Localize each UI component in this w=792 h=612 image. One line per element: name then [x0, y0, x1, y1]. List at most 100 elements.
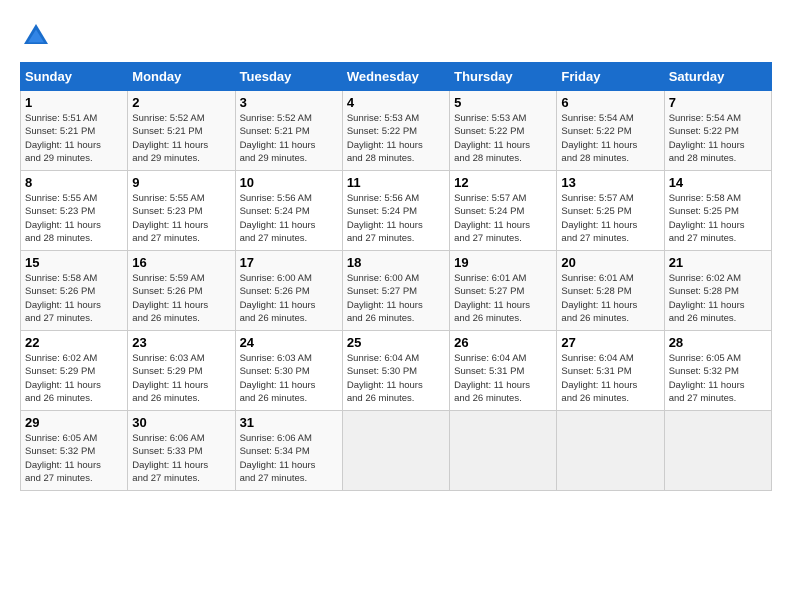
day-info: Sunrise: 6:02 AM Sunset: 5:29 PM Dayligh… [25, 352, 123, 405]
day-number: 20 [561, 255, 659, 270]
day-number: 5 [454, 95, 552, 110]
day-number: 29 [25, 415, 123, 430]
day-number: 28 [669, 335, 767, 350]
day-number: 21 [669, 255, 767, 270]
calendar-cell: 15 Sunrise: 5:58 AM Sunset: 5:26 PM Dayli… [21, 251, 128, 331]
calendar-cell [342, 411, 449, 491]
calendar-cell: 6Sunrise: 5:54 AM Sunset: 5:22 PM Daylig… [557, 91, 664, 171]
day-header-wednesday: Wednesday [342, 63, 449, 91]
day-info: Sunrise: 6:04 AM Sunset: 5:30 PM Dayligh… [347, 352, 445, 405]
calendar-week-1: 1 Sunrise: 5:51 AM Sunset: 5:21 PM Daylig… [21, 91, 772, 171]
day-info: Sunrise: 6:06 AM Sunset: 5:33 PM Dayligh… [132, 432, 230, 485]
calendar-cell: 31 Sunrise: 6:06 AM Sunset: 5:34 PM Dayli… [235, 411, 342, 491]
calendar-cell: 7 Sunrise: 5:54 AM Sunset: 5:22 PM Daylig… [664, 91, 771, 171]
header-row: SundayMondayTuesdayWednesdayThursdayFrid… [21, 63, 772, 91]
day-number: 30 [132, 415, 230, 430]
day-info: Sunrise: 5:52 AM Sunset: 5:21 PM Dayligh… [240, 112, 338, 165]
calendar-cell: 12 Sunrise: 5:57 AM Sunset: 5:24 PM Dayli… [450, 171, 557, 251]
day-info: Sunrise: 6:00 AM Sunset: 5:26 PM Dayligh… [240, 272, 338, 325]
day-number: 17 [240, 255, 338, 270]
day-info: Sunrise: 5:59 AM Sunset: 5:26 PM Dayligh… [132, 272, 230, 325]
calendar-cell: 8 Sunrise: 5:55 AM Sunset: 5:23 PM Daylig… [21, 171, 128, 251]
calendar-cell: 28 Sunrise: 6:05 AM Sunset: 5:32 PM Dayli… [664, 331, 771, 411]
calendar-cell: 13Sunrise: 5:57 AM Sunset: 5:25 PM Dayli… [557, 171, 664, 251]
calendar-cell: 2 Sunrise: 5:52 AM Sunset: 5:21 PM Daylig… [128, 91, 235, 171]
day-number: 11 [347, 175, 445, 190]
day-info: Sunrise: 5:55 AM Sunset: 5:23 PM Dayligh… [25, 192, 123, 245]
day-info: Sunrise: 5:58 AM Sunset: 5:26 PM Dayligh… [25, 272, 123, 325]
day-number: 4 [347, 95, 445, 110]
day-info: Sunrise: 5:54 AM Sunset: 5:22 PM Dayligh… [669, 112, 767, 165]
day-number: 31 [240, 415, 338, 430]
day-number: 18 [347, 255, 445, 270]
day-number: 8 [25, 175, 123, 190]
calendar-cell [450, 411, 557, 491]
day-header-saturday: Saturday [664, 63, 771, 91]
day-info: Sunrise: 5:56 AM Sunset: 5:24 PM Dayligh… [240, 192, 338, 245]
calendar-cell [557, 411, 664, 491]
calendar-cell: 21 Sunrise: 6:02 AM Sunset: 5:28 PM Dayli… [664, 251, 771, 331]
day-info: Sunrise: 6:04 AM Sunset: 5:31 PM Dayligh… [561, 352, 659, 405]
logo-icon [20, 20, 52, 52]
calendar-cell: 9Sunrise: 5:55 AM Sunset: 5:23 PM Daylig… [128, 171, 235, 251]
day-header-sunday: Sunday [21, 63, 128, 91]
day-header-monday: Monday [128, 63, 235, 91]
day-number: 10 [240, 175, 338, 190]
calendar-week-4: 22 Sunrise: 6:02 AM Sunset: 5:29 PM Dayli… [21, 331, 772, 411]
calendar-cell: 23 Sunrise: 6:03 AM Sunset: 5:29 PM Dayli… [128, 331, 235, 411]
calendar-cell: 22 Sunrise: 6:02 AM Sunset: 5:29 PM Dayli… [21, 331, 128, 411]
day-info: Sunrise: 5:57 AM Sunset: 5:24 PM Dayligh… [454, 192, 552, 245]
calendar-cell: 4 Sunrise: 5:53 AM Sunset: 5:22 PM Daylig… [342, 91, 449, 171]
day-number: 3 [240, 95, 338, 110]
day-info: Sunrise: 6:05 AM Sunset: 5:32 PM Dayligh… [669, 352, 767, 405]
day-number: 23 [132, 335, 230, 350]
calendar-week-5: 29 Sunrise: 6:05 AM Sunset: 5:32 PM Dayli… [21, 411, 772, 491]
calendar-cell: 29 Sunrise: 6:05 AM Sunset: 5:32 PM Dayli… [21, 411, 128, 491]
day-info: Sunrise: 5:53 AM Sunset: 5:22 PM Dayligh… [347, 112, 445, 165]
day-number: 2 [132, 95, 230, 110]
calendar-cell: 1 Sunrise: 5:51 AM Sunset: 5:21 PM Daylig… [21, 91, 128, 171]
day-info: Sunrise: 5:53 AM Sunset: 5:22 PM Dayligh… [454, 112, 552, 165]
day-info: Sunrise: 5:56 AM Sunset: 5:24 PM Dayligh… [347, 192, 445, 245]
calendar-cell: 24Sunrise: 6:03 AM Sunset: 5:30 PM Dayli… [235, 331, 342, 411]
day-number: 22 [25, 335, 123, 350]
day-info: Sunrise: 6:05 AM Sunset: 5:32 PM Dayligh… [25, 432, 123, 485]
calendar-cell: 16 Sunrise: 5:59 AM Sunset: 5:26 PM Dayli… [128, 251, 235, 331]
day-info: Sunrise: 5:52 AM Sunset: 5:21 PM Dayligh… [132, 112, 230, 165]
calendar-cell: 26Sunrise: 6:04 AM Sunset: 5:31 PM Dayli… [450, 331, 557, 411]
calendar-cell: 25 Sunrise: 6:04 AM Sunset: 5:30 PM Dayli… [342, 331, 449, 411]
day-number: 16 [132, 255, 230, 270]
day-number: 14 [669, 175, 767, 190]
day-info: Sunrise: 6:03 AM Sunset: 5:30 PM Dayligh… [240, 352, 338, 405]
day-info: Sunrise: 6:06 AM Sunset: 5:34 PM Dayligh… [240, 432, 338, 485]
calendar-cell: 17 Sunrise: 6:00 AM Sunset: 5:26 PM Dayli… [235, 251, 342, 331]
day-info: Sunrise: 5:58 AM Sunset: 5:25 PM Dayligh… [669, 192, 767, 245]
day-number: 1 [25, 95, 123, 110]
day-number: 7 [669, 95, 767, 110]
calendar-cell: 20 Sunrise: 6:01 AM Sunset: 5:28 PM Dayli… [557, 251, 664, 331]
calendar-cell: 18Sunrise: 6:00 AM Sunset: 5:27 PM Dayli… [342, 251, 449, 331]
day-number: 15 [25, 255, 123, 270]
calendar-week-3: 15 Sunrise: 5:58 AM Sunset: 5:26 PM Dayli… [21, 251, 772, 331]
day-header-tuesday: Tuesday [235, 63, 342, 91]
day-info: Sunrise: 6:01 AM Sunset: 5:27 PM Dayligh… [454, 272, 552, 325]
calendar-cell: 10 Sunrise: 5:56 AM Sunset: 5:24 PM Dayli… [235, 171, 342, 251]
day-info: Sunrise: 6:04 AM Sunset: 5:31 PM Dayligh… [454, 352, 552, 405]
calendar-cell [664, 411, 771, 491]
day-info: Sunrise: 5:54 AM Sunset: 5:22 PM Dayligh… [561, 112, 659, 165]
calendar-cell: 19Sunrise: 6:01 AM Sunset: 5:27 PM Dayli… [450, 251, 557, 331]
calendar-cell: 27 Sunrise: 6:04 AM Sunset: 5:31 PM Dayli… [557, 331, 664, 411]
day-number: 9 [132, 175, 230, 190]
calendar-table: SundayMondayTuesdayWednesdayThursdayFrid… [20, 62, 772, 491]
calendar-week-2: 8 Sunrise: 5:55 AM Sunset: 5:23 PM Daylig… [21, 171, 772, 251]
calendar-cell: 3 Sunrise: 5:52 AM Sunset: 5:21 PM Daylig… [235, 91, 342, 171]
day-info: Sunrise: 6:01 AM Sunset: 5:28 PM Dayligh… [561, 272, 659, 325]
day-info: Sunrise: 5:51 AM Sunset: 5:21 PM Dayligh… [25, 112, 123, 165]
day-info: Sunrise: 6:03 AM Sunset: 5:29 PM Dayligh… [132, 352, 230, 405]
day-info: Sunrise: 6:02 AM Sunset: 5:28 PM Dayligh… [669, 272, 767, 325]
calendar-cell: 14 Sunrise: 5:58 AM Sunset: 5:25 PM Dayli… [664, 171, 771, 251]
calendar-cell: 5 Sunrise: 5:53 AM Sunset: 5:22 PM Daylig… [450, 91, 557, 171]
day-number: 12 [454, 175, 552, 190]
day-number: 27 [561, 335, 659, 350]
day-number: 25 [347, 335, 445, 350]
